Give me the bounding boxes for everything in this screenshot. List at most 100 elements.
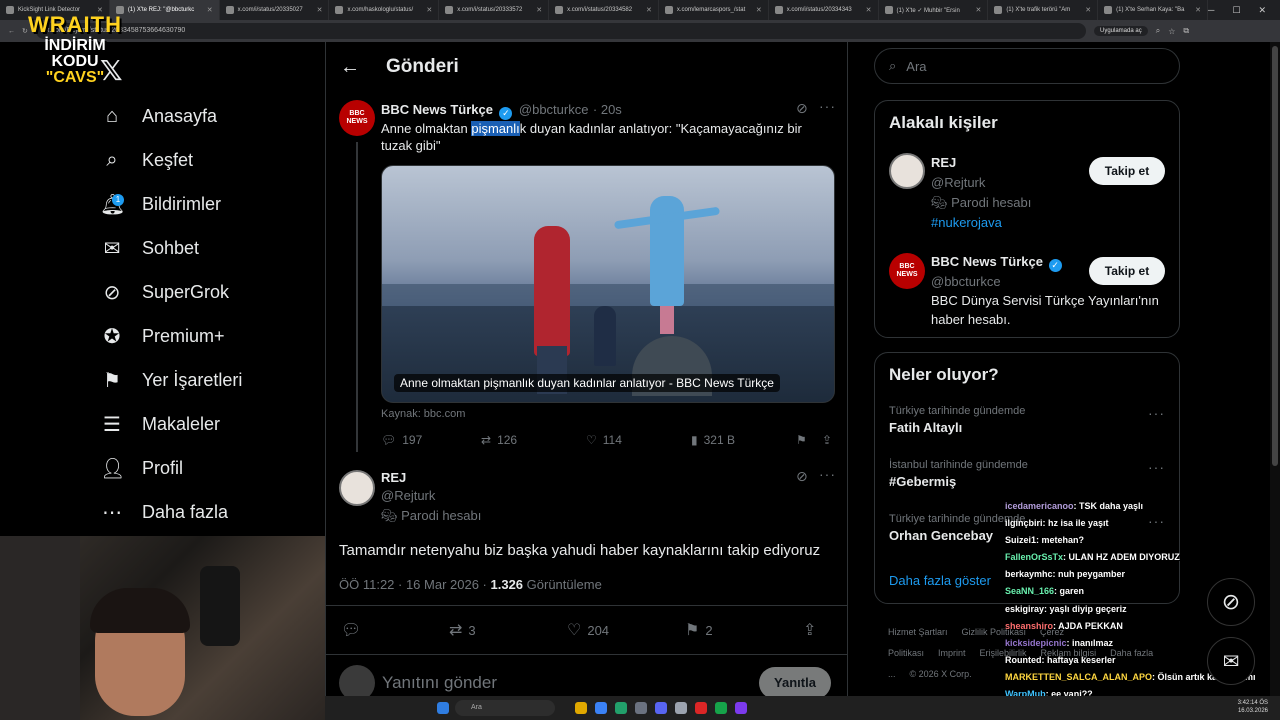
maximize-icon[interactable]: ☐ [1232,5,1240,16]
share-action[interactable]: ⇪ [803,620,816,640]
app-icon[interactable] [635,702,647,714]
footer-link[interactable]: Imprint [938,648,966,658]
more-options-icon[interactable]: ··· [819,466,836,482]
share-icon: ⇪ [803,622,817,639]
show-more-link[interactable]: Daha fazla göster [889,573,991,588]
person-name[interactable]: REJ [931,153,1031,173]
app-icon[interactable] [735,702,747,714]
back-arrow-icon[interactable]: ← [340,56,360,79]
trend-item[interactable]: Türkiye tarihinde gündemde Fatih Altaylı [889,405,1025,435]
taskbar-search[interactable]: Ara [455,700,555,716]
rej-avatar[interactable] [339,470,375,506]
person-handle[interactable]: @Rejturk [931,173,1031,193]
reply-author-handle[interactable]: @Rejturk [381,488,481,503]
nav-item-daha-fazla[interactable]: ⋯ Daha fazla [100,494,228,530]
open-in-app-button[interactable]: Uygulamada aç [1094,26,1148,36]
views-action[interactable]: ▮ 321 B [691,433,796,447]
star-icon[interactable]: ☆ [1168,27,1175,36]
follow-button[interactable]: Takip et [1089,257,1165,285]
reply-button[interactable]: Yanıtla [759,667,831,699]
app-icon[interactable] [695,702,707,714]
browser-tab[interactable]: x.com/i/status/20334343 ✕ [769,0,879,20]
like-action[interactable]: ♡ 114 [586,433,691,447]
nav-item-anasayfa[interactable]: ⌂ Anasayfa [100,98,217,134]
nav-item-premium-[interactable]: ✪ Premium+ [100,318,225,354]
tab-close-icon[interactable]: ✕ [536,6,542,14]
bbc-avatar[interactable]: BBC NEWS [889,253,925,289]
chrome-icon[interactable] [615,702,627,714]
author-name[interactable]: BBC News Türkçe [381,102,493,117]
url-field[interactable]: x.com/Rejturk/status/2033458753664630790 [36,23,1086,39]
browser-tab[interactable]: (1) X'te ✓ Muhbir "Ersin ✕ [879,0,989,20]
trend-item[interactable]: İstanbul tarihinde gündemde #Gebermiş [889,459,1028,489]
minimize-icon[interactable]: ─ [1208,5,1214,16]
tab-close-icon[interactable]: ✕ [646,6,652,14]
more-options-icon[interactable]: ··· [819,98,836,114]
bookmark-action[interactable]: ⚑ 2 [685,620,803,640]
tweet-media-image[interactable]: Anne olmaktan pişmanlık duyan kadınlar a… [381,165,835,403]
browser-tab[interactable]: (1) X'te trafik terörü "Am ✕ [988,0,1099,20]
reply-timestamp[interactable]: ÖÖ 11:22 · 16 Mar 2026 · [339,577,491,592]
browser-tab[interactable]: x.com/i/status/20334582 ✕ [549,0,659,20]
app-icon[interactable] [675,702,687,714]
nav-item-keşfet[interactable]: ⌕ Keşfet [100,142,193,178]
grok-icon[interactable]: ⊘ [796,100,808,117]
tab-close-icon[interactable]: ✕ [1085,6,1091,14]
rej-avatar[interactable] [889,153,925,189]
nav-item-supergrok[interactable]: ⊘ SuperGrok [100,274,229,310]
browser-tab[interactable]: x.com/i/status/20335027 ✕ [220,0,330,20]
browser-tab[interactable]: x.com/haskologlu/status/ ✕ [329,0,440,20]
tab-close-icon[interactable]: ✕ [207,6,213,14]
bbc-avatar[interactable]: BBC NEWS [339,100,375,136]
tab-close-icon[interactable]: ✕ [866,6,872,14]
reply-input[interactable]: Yanıtını gönder [382,673,497,693]
browser-tab[interactable]: x.com/i/status/20333572 ✕ [439,0,550,20]
reply-action[interactable]: 💬︎ 197 [381,433,481,447]
nav-item-makaleler[interactable]: ☰ Makaleler [100,406,220,442]
repost-action[interactable]: ⇄ 126 [481,433,586,447]
grok-fab-button[interactable]: ⊘ [1207,578,1255,626]
extensions-icon[interactable]: ⧉ [1183,26,1189,36]
page-scrollbar[interactable] [1270,42,1280,696]
tab-close-icon[interactable]: ✕ [975,6,981,14]
author-handle[interactable]: @bbcturkce [519,102,589,117]
nav-item-yer-i-şaretleri[interactable]: ⚑ Yer İşaretleri [100,362,242,398]
messages-fab-button[interactable]: ✉ [1207,637,1255,685]
footer-link[interactable]: Hizmet Şartları [888,627,948,637]
nav-item-bildirimler[interactable]: 🔔︎ 1 Bildirimler [100,186,221,222]
person-hashtag-link[interactable]: #nukerojava [931,213,1031,233]
more-options-icon[interactable]: ··· [1148,459,1165,475]
bookmark-action[interactable]: ⚑ [796,433,822,447]
tab-close-icon[interactable]: ✕ [426,6,432,14]
scrollbar-thumb[interactable] [1272,46,1278,466]
person-name[interactable]: BBC News Türkçe [931,254,1043,269]
media-source[interactable]: Kaynak: bbc.com [381,408,465,420]
tab-close-icon[interactable]: ✕ [1195,6,1201,14]
windows-start-icon[interactable] [437,702,449,714]
quoted-tweet[interactable]: BBC NEWS BBC News Türkçe ✓ @bbcturkce · … [326,92,847,462]
more-options-icon[interactable]: ··· [1148,405,1165,421]
reply-action[interactable]: 💬︎ [341,620,449,640]
tab-close-icon[interactable]: ✕ [317,6,323,14]
grok-icon[interactable]: ⊘ [796,468,808,485]
back-nav-icon[interactable]: ← [8,28,15,35]
tab-close-icon[interactable]: ✕ [756,6,762,14]
reply-author-name[interactable]: REJ [381,470,481,485]
close-icon[interactable]: ✕ [1258,5,1266,16]
repost-action[interactable]: ⇄ 3 [449,620,567,640]
file-explorer-icon[interactable] [575,702,587,714]
like-action[interactable]: ♡ 204 [567,620,685,640]
share-action[interactable]: ⇪ [822,433,832,447]
browser-tab[interactable]: x.com/lemarcaspors_/stat ✕ [659,0,769,20]
spotify-icon[interactable] [715,702,727,714]
edge-icon[interactable] [595,702,607,714]
footer-link[interactable]: © 2026 X Corp. [910,669,972,679]
follow-button[interactable]: Takip et [1089,157,1165,185]
nav-item-sohbet[interactable]: ✉ Sohbet [100,230,199,266]
discord-icon[interactable] [655,702,667,714]
taskbar-clock[interactable]: 3:42:14 ÖS 16.03.2026 [1238,699,1268,715]
browser-tab[interactable]: (1) X'te Serhan Kaya: "Ba ✕ [1098,0,1208,20]
zoom-icon[interactable]: ⌕ [1156,26,1160,36]
nav-item-profil[interactable]: 👤︎ Profil [100,450,183,486]
search-input[interactable]: ⌕ Ara [874,48,1180,84]
